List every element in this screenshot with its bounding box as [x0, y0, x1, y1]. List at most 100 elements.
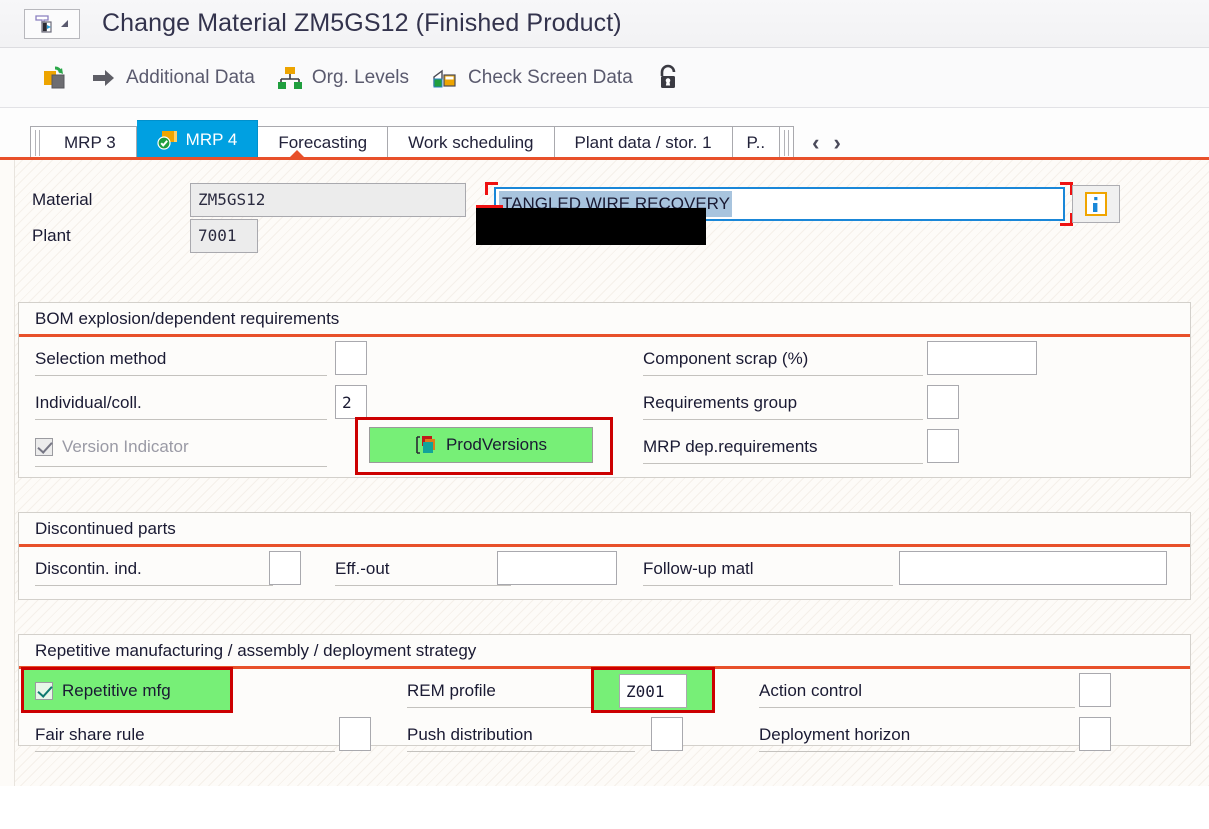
follow-up-matl-label: Follow-up matl: [643, 559, 754, 578]
prodversions-icon: [415, 434, 437, 456]
repetitive-mfg-checkbox[interactable]: Repetitive mfg: [19, 681, 171, 701]
toolbar-copy-button[interactable]: [30, 58, 80, 98]
tab-forecasting[interactable]: Forecasting: [258, 126, 389, 160]
check-screen-data-icon: [431, 65, 459, 91]
mrp-dep-requirements-input[interactable]: [927, 429, 959, 463]
org-levels-icon: [277, 65, 303, 91]
mrp-dep-requirements-label: MRP dep.requirements: [643, 437, 818, 456]
tab-p-truncated[interactable]: P..: [732, 126, 781, 160]
eff-out-input[interactable]: [497, 551, 617, 585]
selection-method-label: Selection method: [35, 349, 167, 368]
component-scrap-input[interactable]: [927, 341, 1037, 375]
follow-up-matl-cell: Follow-up matl: [627, 547, 1190, 591]
action-control-cell: Z001 Action control: [591, 667, 1190, 713]
individual-coll-underline: [35, 419, 327, 420]
repetitive-mfg-label: Repetitive mfg: [62, 681, 171, 700]
system-menu-button[interactable]: [24, 8, 80, 39]
fair-share-rule-label: Fair share rule: [35, 725, 145, 744]
requirements-group-cell: Requirements group: [627, 381, 1190, 425]
requirements-group-underline: [643, 419, 923, 420]
discontin-ind-underline: [35, 585, 273, 586]
tab-work-scheduling-label: Work scheduling: [408, 133, 534, 152]
selection-method-input[interactable]: [335, 341, 367, 375]
bom-section-title: BOM explosion/dependent requirements: [19, 303, 1190, 337]
eff-out-underline: [335, 585, 511, 586]
tab-mrp-3[interactable]: MRP 3: [44, 126, 137, 160]
discontin-ind-input[interactable]: [269, 551, 301, 585]
application-toolbar: Additional Data Org. Levels Check Screen…: [0, 48, 1209, 108]
material-label: Material: [32, 190, 93, 209]
push-distribution-underline: [407, 751, 635, 752]
repetitive-manufacturing-section: Repetitive manufacturing / assembly / de…: [18, 634, 1191, 752]
discontinued-parts-title: Discontinued parts: [19, 513, 1190, 547]
bom-section-body: Selection method Component scrap (%) Ind…: [19, 337, 1190, 475]
discontin-ind-label: Discontin. ind.: [35, 559, 142, 578]
toolbar-additional-data-button[interactable]: Additional Data: [80, 58, 266, 98]
requirements-group-input[interactable]: [927, 385, 959, 419]
prodversions-button[interactable]: ProdVersions: [369, 427, 593, 463]
repetitive-manufacturing-body: Repetitive mfg REM profile Z001 Action c…: [19, 667, 1190, 757]
rem-profile-input[interactable]: Z001: [619, 674, 687, 708]
rem-profile-label: REM profile: [407, 681, 496, 700]
arrow-right-icon: [91, 67, 117, 89]
repetitive-row-2: Fair share rule Push distribution Deploy…: [19, 713, 1190, 757]
repetitive-manufacturing-title: Repetitive manufacturing / assembly / de…: [19, 635, 1190, 669]
page-title: Change Material ZM5GS12 (Finished Produc…: [102, 9, 622, 37]
toolbar-lock-button[interactable]: [644, 58, 692, 98]
plant-label: Plant: [32, 226, 71, 245]
main-content-area: Material ZM5GS12 TANGLED WIRE RECOVERY P…: [0, 160, 1209, 786]
prodversions-button-label: ProdVersions: [445, 435, 548, 454]
discontin-ind-cell: Discontin. ind. Eff.-out: [19, 547, 627, 591]
toolbar-additional-data-label: Additional Data: [126, 66, 255, 88]
plant-input[interactable]: 7001: [190, 219, 258, 253]
bom-row-2: Individual/coll. 2 Requirements group: [19, 381, 1190, 425]
individual-coll-label: Individual/coll.: [35, 393, 142, 412]
discontinued-parts-section: Discontinued parts Discontin. ind. Eff.-…: [18, 512, 1191, 600]
version-indicator-label: Version Indicator: [62, 437, 189, 456]
toolbar-check-screen-data-button[interactable]: Check Screen Data: [420, 58, 644, 98]
tab-strip-right-grip[interactable]: [780, 126, 795, 160]
repetitive-mfg-checkbox-box: [35, 682, 53, 700]
follow-up-matl-input[interactable]: [899, 551, 1167, 585]
selection-method-underline: [35, 375, 327, 376]
tab-mrp-3-label: MRP 3: [64, 133, 116, 152]
fair-share-rule-input[interactable]: [339, 717, 371, 751]
mrp-dep-requirements-underline: [643, 463, 923, 464]
version-indicator-checkbox[interactable]: Version Indicator: [19, 437, 189, 457]
tab-work-scheduling[interactable]: Work scheduling: [388, 126, 555, 160]
requirements-group-label: Requirements group: [643, 393, 798, 412]
deployment-horizon-input[interactable]: [1079, 717, 1111, 751]
tab-plant-data-stor-1[interactable]: Plant data / stor. 1: [554, 126, 733, 160]
bom-row-3: Version Indicator ProdVersions MRP dep.r…: [19, 417, 1190, 475]
eff-out-label: Eff.-out: [335, 559, 390, 578]
individual-coll-input[interactable]: 2: [335, 385, 367, 419]
component-scrap-label: Component scrap (%): [643, 349, 809, 368]
toolbar-org-levels-button[interactable]: Org. Levels: [266, 58, 420, 98]
fair-share-rule-underline: [35, 751, 335, 752]
action-control-input[interactable]: [1079, 673, 1111, 707]
tab-plant-data-stor-1-label: Plant data / stor. 1: [574, 133, 712, 152]
component-scrap-underline: [643, 375, 923, 376]
copy-refresh-icon: [41, 64, 69, 92]
tab-mrp-4[interactable]: MRP 4: [136, 120, 259, 160]
version-indicator-underline: [35, 466, 327, 467]
selection-method-cell: Selection method: [19, 337, 627, 381]
action-control-label: Action control: [759, 681, 862, 700]
individual-coll-cell: Individual/coll. 2: [19, 381, 627, 425]
version-indicator-cell: Version Indicator ProdVersions: [19, 417, 627, 475]
window-title-bar: Change Material ZM5GS12 (Finished Produc…: [0, 0, 1209, 48]
bom-row-1: Selection method Component scrap (%): [19, 337, 1190, 381]
discontinued-parts-body: Discontin. ind. Eff.-out Follow-up matl: [19, 547, 1190, 591]
sap-menu-icon: [35, 14, 54, 34]
tab-strip-left-grip[interactable]: [30, 126, 44, 160]
mrp4-check-icon: [157, 130, 179, 150]
material-input[interactable]: ZM5GS12: [190, 183, 466, 217]
dropdown-triangle-icon: [58, 18, 69, 29]
tab-scroll-left-icon[interactable]: ‹: [812, 132, 819, 154]
deployment-horizon-underline: [759, 751, 1075, 752]
tab-mrp-4-label: MRP 4: [185, 130, 238, 149]
deployment-horizon-cell: Deployment horizon: [627, 713, 1190, 757]
push-distribution-input[interactable]: [651, 717, 683, 751]
tab-scroll-right-icon[interactable]: ›: [833, 132, 840, 154]
mrp-dep-requirements-cell: MRP dep.requirements: [627, 425, 1190, 469]
